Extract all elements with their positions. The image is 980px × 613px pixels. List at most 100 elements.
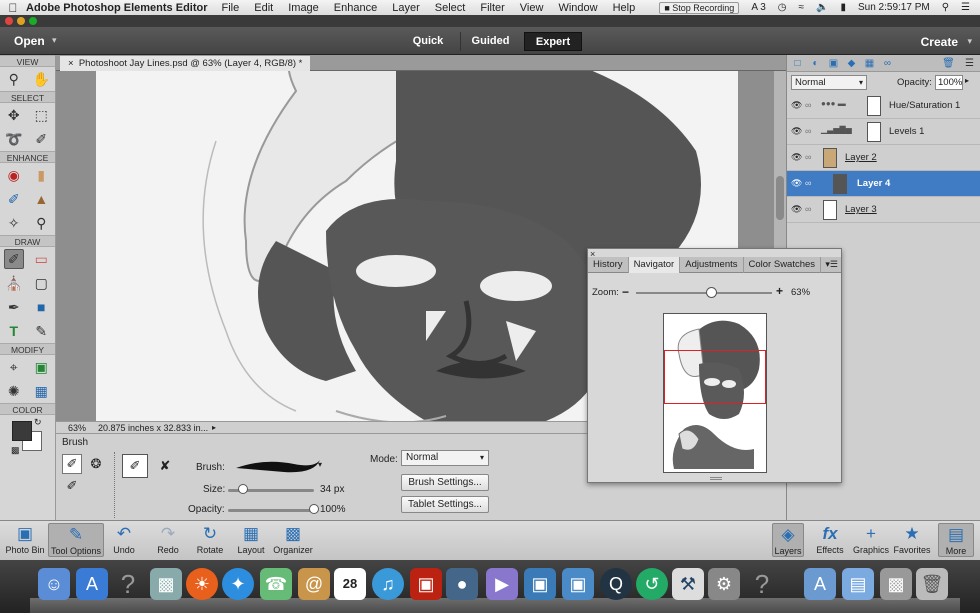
photo-booth-icon[interactable]: ▣ — [410, 568, 442, 600]
layer-thumbnail[interactable] — [833, 174, 847, 194]
layer-name[interactable]: Layer 3 — [845, 204, 877, 215]
layer-name[interactable]: Levels 1 — [889, 126, 924, 137]
wifi-icon[interactable]: ≈ — [799, 2, 805, 13]
brush-picker-arrow-icon[interactable]: ▾ — [318, 460, 322, 469]
red-eye-tool-icon[interactable]: ◉ — [4, 165, 24, 185]
brush-settings-button[interactable]: Brush Settings... — [401, 474, 489, 491]
preview-icon[interactable]: ▩ — [150, 568, 182, 600]
hand-tool-icon[interactable]: ✋ — [31, 69, 51, 89]
impressionist-brush-icon[interactable]: ❂ — [86, 454, 106, 474]
healing-brush-tool-icon[interactable]: ▮ — [31, 165, 51, 185]
panel-menu-icon[interactable]: ☰ — [963, 57, 976, 70]
eraser-tool-icon[interactable]: ▭ — [31, 249, 51, 269]
visibility-eye-icon[interactable]: 👁 — [791, 204, 802, 215]
visibility-eye-icon[interactable]: 👁 — [791, 152, 802, 163]
undo-button[interactable]: ↶ Undo — [108, 523, 140, 555]
default-colors-icon[interactable]: ▩ — [11, 445, 20, 456]
airbrush-on-icon[interactable]: ✘ — [152, 454, 178, 478]
layer-thumbnail[interactable] — [823, 148, 837, 168]
layer-name[interactable]: Layer 4 — [857, 178, 890, 189]
lock-all-icon[interactable]: ◆ — [845, 57, 858, 70]
zoom-slider[interactable] — [636, 292, 772, 294]
layer-mask-thumbnail[interactable] — [867, 96, 881, 116]
chain-link-icon[interactable]: ∞ — [805, 178, 811, 188]
menu-window[interactable]: Window — [558, 2, 597, 14]
clone-stamp-tool-icon[interactable]: ▲ — [31, 189, 51, 209]
volume-icon[interactable]: 🔈 — [816, 2, 828, 13]
mode-expert[interactable]: Expert — [524, 32, 582, 51]
apple-menu-icon[interactable]:  — [0, 1, 26, 15]
menu-edit[interactable]: Edit — [254, 2, 273, 14]
open-dropdown-icon[interactable]: ▾ — [52, 35, 57, 46]
new-layer-icon[interactable]: □ — [791, 57, 804, 70]
zoom-out-icon[interactable]: − — [622, 285, 629, 299]
imovie-icon[interactable]: ▶ — [486, 568, 518, 600]
zoom-in-icon[interactable]: + — [776, 284, 783, 298]
chain-link-icon[interactable]: ∞ — [805, 126, 811, 136]
adobe-status-icon[interactable]: A 3 — [751, 2, 765, 13]
facetime-icon[interactable]: ☎ — [260, 568, 292, 600]
spotlight-icon[interactable]: ⚲ — [942, 2, 949, 13]
menu-help[interactable]: Help — [613, 2, 636, 14]
calendar-icon[interactable]: 28 — [334, 568, 366, 600]
graphics-button[interactable]: + Graphics — [852, 523, 890, 555]
pencil-tool-icon[interactable]: ✎ — [31, 321, 51, 341]
panel-resize-grip[interactable] — [710, 477, 722, 480]
organizer-button[interactable]: ▩ Organizer — [272, 523, 314, 555]
zoom-window-icon[interactable] — [29, 17, 37, 25]
document-tab[interactable]: × Photoshoot Jay Lines.psd @ 63% (Layer … — [60, 56, 311, 71]
close-window-icon[interactable] — [5, 17, 13, 25]
eyedropper-tool-icon[interactable]: ✒ — [4, 297, 24, 317]
mode-select[interactable]: Normal ▾ — [401, 450, 489, 466]
app-menu[interactable]: Adobe Photoshop Elements Editor — [26, 2, 208, 14]
tool-options-button[interactable]: ✎ Tool Options — [48, 523, 104, 557]
brush-tool-icon[interactable]: ✐ — [3, 249, 24, 269]
brush-tool-option-icon[interactable]: ✐ — [62, 454, 82, 474]
brush-stroke-preview[interactable] — [234, 454, 324, 478]
blend-mode-select[interactable]: Normal ▾ — [791, 75, 867, 90]
menu-view[interactable]: View — [520, 2, 544, 14]
crop-tool-icon[interactable]: ⌖ — [4, 357, 24, 377]
layer-mask-thumbnail[interactable] — [867, 122, 881, 142]
missing-app-icon[interactable]: ? — [112, 568, 144, 600]
chain-link-icon[interactable]: ∞ — [805, 204, 811, 214]
mode-quick[interactable]: Quick — [400, 32, 456, 51]
lock-transparency-icon[interactable]: ▦ — [863, 57, 876, 70]
layer-name[interactable]: Hue/Saturation 1 — [889, 100, 960, 111]
foreground-color[interactable] — [12, 421, 32, 441]
layer-name[interactable]: Layer 2 — [845, 152, 877, 163]
stop-recording-button[interactable]: ■ Stop Recording — [659, 1, 740, 14]
create-button[interactable]: Create — [921, 35, 958, 49]
system-preferences-icon[interactable]: ⚙ — [708, 568, 740, 600]
photoshop-elements-icon[interactable]: ▣ — [524, 568, 556, 600]
move-tool-icon[interactable]: ✥ — [4, 105, 24, 125]
layout-button[interactable]: ▦ Layout — [234, 523, 268, 555]
layers-button[interactable]: ◈ Layers — [772, 523, 804, 557]
layer-row-layer-4[interactable]: 👁 ∞ Layer 4 — [787, 171, 980, 197]
panel-menu-icon[interactable]: ▾☰ — [825, 259, 838, 270]
menu-file[interactable]: File — [222, 2, 240, 14]
size-slider-knob[interactable] — [238, 484, 249, 494]
rotate-button[interactable]: ↻ Rotate — [192, 523, 228, 555]
opacity-slider[interactable] — [228, 509, 314, 512]
time-machine-icon[interactable]: ↺ — [636, 568, 668, 600]
blur-tool-icon[interactable]: ✧ — [4, 213, 24, 233]
applications-folder-icon[interactable]: A — [804, 568, 836, 600]
adjustment-layer-icon[interactable]: ◐ — [809, 57, 822, 70]
menubar-clock[interactable]: Sun 2:59:17 PM — [858, 2, 930, 13]
lasso-tool-icon[interactable]: ➰ — [4, 129, 24, 149]
minimize-window-icon[interactable] — [17, 17, 25, 25]
tab-color-swatches[interactable]: Color Swatches — [744, 257, 822, 273]
menu-layer[interactable]: Layer — [392, 2, 420, 14]
color-replacement-brush-icon[interactable]: ✐ — [62, 476, 82, 496]
menu-filter[interactable]: Filter — [480, 2, 504, 14]
trash-icon[interactable]: 🗑 — [916, 568, 948, 600]
layer-row-layer-2[interactable]: 👁 ∞ Layer 2 — [787, 145, 980, 171]
itunes-icon[interactable]: ♫ — [372, 568, 404, 600]
recompose-tool-icon[interactable]: ▣ — [31, 357, 51, 377]
layer-row-layer-3[interactable]: 👁 ∞ Layer 3 — [787, 197, 980, 223]
link-layers-icon[interactable]: ∞ — [881, 57, 894, 70]
missing-app-icon-2[interactable]: ? — [746, 568, 778, 600]
app-store-icon[interactable]: A — [76, 568, 108, 600]
content-aware-move-tool-icon[interactable]: ✺ — [4, 381, 24, 401]
